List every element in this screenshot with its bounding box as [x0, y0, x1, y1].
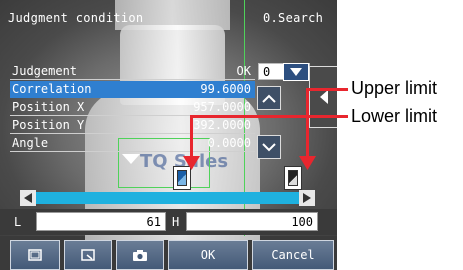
detection-marker [122, 154, 140, 164]
lower-limit-field[interactable]: 61 [36, 212, 166, 231]
param-row-judgement[interactable]: Judgement OK [10, 63, 255, 80]
dropdown-arrow-button[interactable] [283, 63, 309, 81]
lower-limit-callout-vertical [190, 115, 193, 162]
zoom-button[interactable] [64, 240, 112, 270]
lower-limit-arrowhead [183, 156, 200, 170]
upper-limit-callout-vertical [306, 88, 309, 162]
param-value: 957.0000 [193, 100, 251, 114]
scroll-up-button[interactable] [257, 86, 281, 110]
slider-right-button[interactable] [299, 190, 315, 206]
lower-limit-annotation: Lower limit [351, 106, 438, 126]
lower-limit-label: L [14, 215, 22, 229]
param-value: 0.0000 [207, 136, 251, 150]
upper-handle-grip [288, 170, 298, 186]
lower-handle-grip [177, 170, 187, 186]
capture-button[interactable] [116, 240, 164, 270]
param-row-position-x[interactable]: Position X 957.0000 [10, 99, 255, 116]
chevron-down-icon [290, 68, 302, 76]
frame-icon [28, 249, 42, 261]
param-name: Correlation [12, 82, 92, 96]
upper-limit-annotation: Upper limit [351, 78, 438, 98]
slider-left-button[interactable] [20, 190, 36, 206]
param-row-angle[interactable]: Angle 0.0000 [10, 135, 255, 152]
page-title: Judgment condition [8, 11, 144, 25]
upper-limit-label: H [172, 215, 180, 229]
frame-view-button[interactable] [10, 240, 60, 270]
arrow-right-icon [303, 193, 311, 203]
param-value: 392.0000 [193, 118, 251, 132]
chevron-left-icon [319, 90, 328, 104]
judgement-dropdown[interactable]: 0 [258, 63, 310, 81]
param-value: OK [236, 64, 251, 78]
cancel-button[interactable]: Cancel [252, 240, 334, 270]
upper-limit-field[interactable]: 100 [186, 212, 318, 231]
range-slider-track[interactable] [36, 192, 299, 204]
param-row-correlation[interactable]: Correlation 99.6000 [10, 81, 255, 98]
camera-icon [133, 249, 147, 261]
param-name: Position Y [12, 118, 85, 132]
upper-limit-arrowhead [299, 156, 316, 170]
param-name: Position X [12, 100, 85, 114]
panel-toggle-tab[interactable] [309, 66, 337, 128]
zoom-icon [81, 249, 95, 261]
lower-limit-callout-horizontal [190, 115, 348, 118]
param-row-position-y[interactable]: Position Y 392.0000 [10, 117, 255, 134]
dropdown-value: 0 [263, 65, 271, 79]
controller-screen: TQ Sales Judgment condition 0.Search Jud… [0, 0, 337, 270]
param-value: 99.6000 [200, 82, 251, 96]
chevron-up-icon [262, 94, 276, 103]
scroll-down-button[interactable] [257, 135, 281, 159]
arrow-left-icon [24, 193, 32, 203]
param-name: Angle [12, 136, 49, 150]
chevron-down-icon [262, 142, 276, 151]
scene-name: 0.Search [263, 11, 324, 25]
upper-limit-callout-join [306, 88, 326, 91]
param-name: Judgement [12, 64, 78, 78]
ok-button[interactable]: OK [168, 240, 248, 270]
